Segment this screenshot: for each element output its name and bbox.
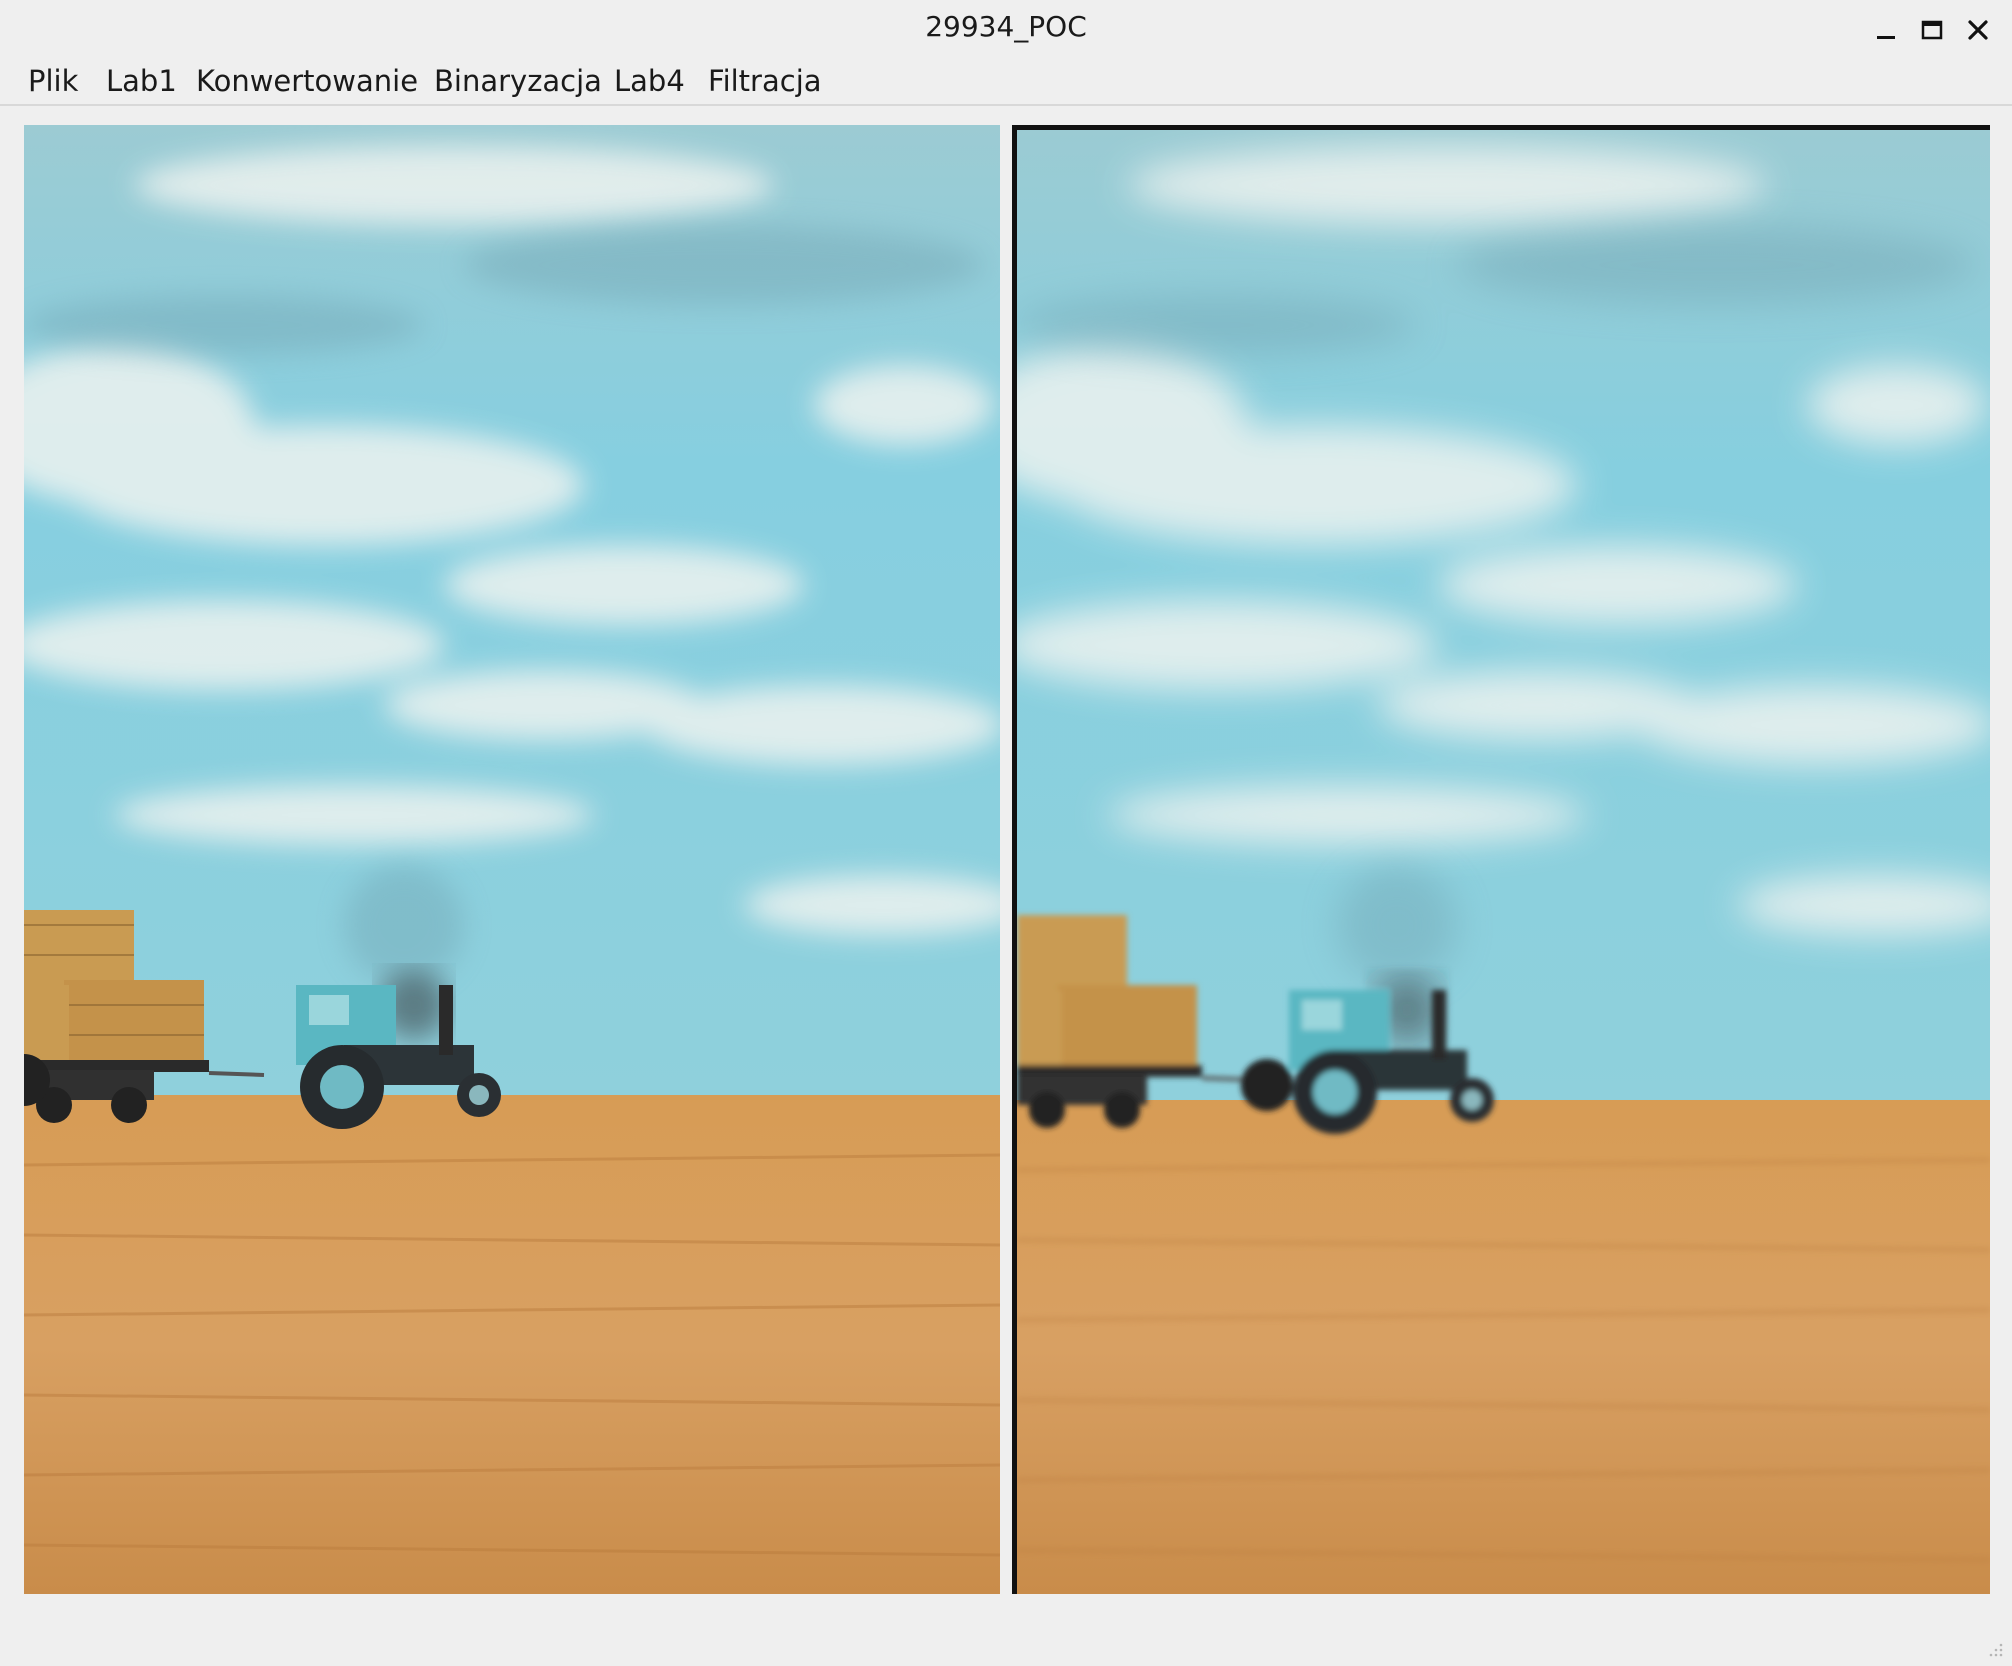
minimize-icon [1877, 36, 1895, 39]
menu-lab4[interactable]: Lab4 [610, 64, 689, 98]
menu-bar: Plik Lab1 Konwertowanie Binaryzacja Lab4… [0, 60, 2012, 106]
processed-image [1017, 130, 1990, 1594]
menu-plik[interactable]: Plik [24, 64, 82, 98]
resize-grip-icon[interactable] [1986, 1640, 2004, 1658]
original-image [24, 125, 1000, 1594]
processed-image-panel [1012, 125, 1990, 1594]
original-image-panel [24, 125, 1000, 1594]
menu-binaryzacja[interactable]: Binaryzacja [430, 64, 606, 98]
close-icon [1968, 20, 1988, 40]
menu-lab1[interactable]: Lab1 [102, 64, 181, 98]
menu-filtracja[interactable]: Filtracja [704, 64, 826, 98]
minimize-button[interactable] [1868, 12, 1904, 48]
maximize-button[interactable] [1914, 12, 1950, 48]
maximize-icon [1921, 20, 1943, 40]
close-button[interactable] [1960, 12, 1996, 48]
title-bar: 29934_POC [0, 0, 2012, 60]
window-title: 29934_POC [925, 10, 1087, 43]
menu-konwertowanie[interactable]: Konwertowanie [192, 64, 422, 98]
